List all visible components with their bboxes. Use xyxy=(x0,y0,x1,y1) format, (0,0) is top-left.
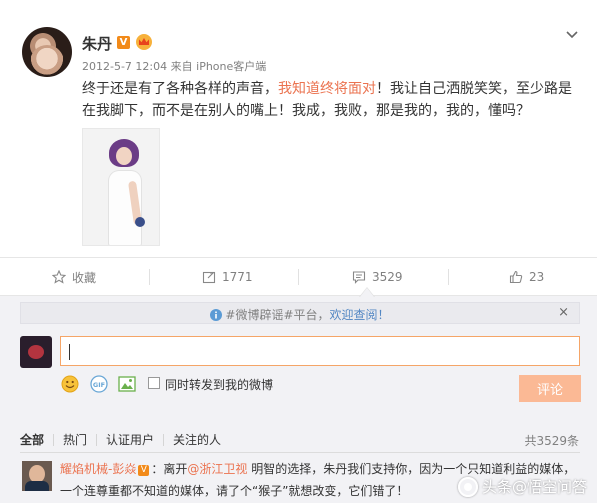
current-user-avatar[interactable] xyxy=(20,336,52,368)
info-icon xyxy=(210,309,223,321)
post-text-before: 终于还是有了各种各样的声音， xyxy=(82,81,278,97)
emoji-icon[interactable] xyxy=(61,375,79,393)
forward-checkbox[interactable] xyxy=(148,377,160,389)
filter-verified[interactable]: 认证用户 xyxy=(97,434,165,446)
author-avatar[interactable] xyxy=(22,27,72,77)
author-name[interactable]: 朱丹 xyxy=(82,33,112,54)
comment-button[interactable]: 3529 xyxy=(352,258,403,296)
filter-hot[interactable]: 热门 xyxy=(54,434,98,446)
notice-hashtag[interactable]: #微博辟谣#平台， xyxy=(225,308,329,322)
commenter-avatar[interactable] xyxy=(22,461,52,491)
rumor-notice-bar: #微博辟谣#平台，欢迎查阅！ × xyxy=(20,302,580,324)
weibo-post-card: 朱丹 V 2012-5-7 12:04 来自 iPhone客户端 终于还是有了各… xyxy=(0,0,597,258)
thumbs-up-icon xyxy=(509,270,523,284)
comment-mention-link[interactable]: @浙江卫视 xyxy=(187,462,247,476)
watermark: 头条@悟空问答 xyxy=(457,476,587,497)
like-count: 23 xyxy=(529,270,545,284)
post-meta: 2012-5-7 12:04 来自 iPhone客户端 xyxy=(82,58,266,74)
comment-total: 共3529条 xyxy=(524,434,579,448)
comment-filters: 全部 热门 认证用户 关注的人 xyxy=(20,432,230,448)
svg-text:GIF: GIF xyxy=(93,381,105,389)
submit-comment-button[interactable]: 评论 xyxy=(519,375,581,402)
verified-badge-icon: V xyxy=(117,36,130,49)
comment-prefix: ：离开 xyxy=(151,462,188,476)
repost-button[interactable]: 1771 xyxy=(202,258,253,296)
chevron-down-icon[interactable] xyxy=(566,28,578,40)
notice-welcome-link[interactable]: 欢迎查阅！ xyxy=(330,308,390,322)
forward-label: 同时转发到我的微博 xyxy=(165,378,274,392)
like-button[interactable]: 23 xyxy=(509,258,544,296)
watermark-logo-icon xyxy=(457,476,478,497)
filter-following[interactable]: 关注的人 xyxy=(164,434,230,446)
post-photo[interactable] xyxy=(82,128,160,246)
post-action-bar: 收藏 1771 3529 23 xyxy=(0,258,597,296)
post-text-highlight[interactable]: 我知道终将面对 xyxy=(278,81,376,97)
commenter-verified-icon: V xyxy=(138,465,150,476)
comment-count: 3529 xyxy=(372,270,403,284)
post-text: 终于还是有了各种各样的声音，我知道终将面对！我让自己洒脱笑笑，至少路是在我脚下，… xyxy=(82,78,578,122)
image-icon[interactable] xyxy=(118,375,136,393)
close-icon[interactable]: × xyxy=(558,305,569,320)
post-time[interactable]: 2012-5-7 12:04 xyxy=(82,60,167,73)
commenter-name[interactable]: 耀焰机械-彭焱 xyxy=(60,462,136,476)
source-prefix: 来自 xyxy=(170,60,193,73)
favorite-label: 收藏 xyxy=(72,270,97,285)
comment-input[interactable] xyxy=(60,336,580,366)
post-source[interactable]: iPhone客户端 xyxy=(196,60,266,73)
comment-icon xyxy=(352,271,366,284)
repost-icon xyxy=(202,271,216,284)
watermark-text: 头条@悟空问答 xyxy=(481,478,587,496)
vip-crown-icon xyxy=(136,34,152,50)
favorite-button[interactable]: 收藏 xyxy=(52,258,96,296)
filter-all[interactable]: 全部 xyxy=(20,434,55,446)
repost-count: 1771 xyxy=(222,270,253,284)
star-icon xyxy=(52,270,66,284)
gif-icon[interactable]: GIF xyxy=(90,375,108,393)
divider xyxy=(20,452,580,453)
